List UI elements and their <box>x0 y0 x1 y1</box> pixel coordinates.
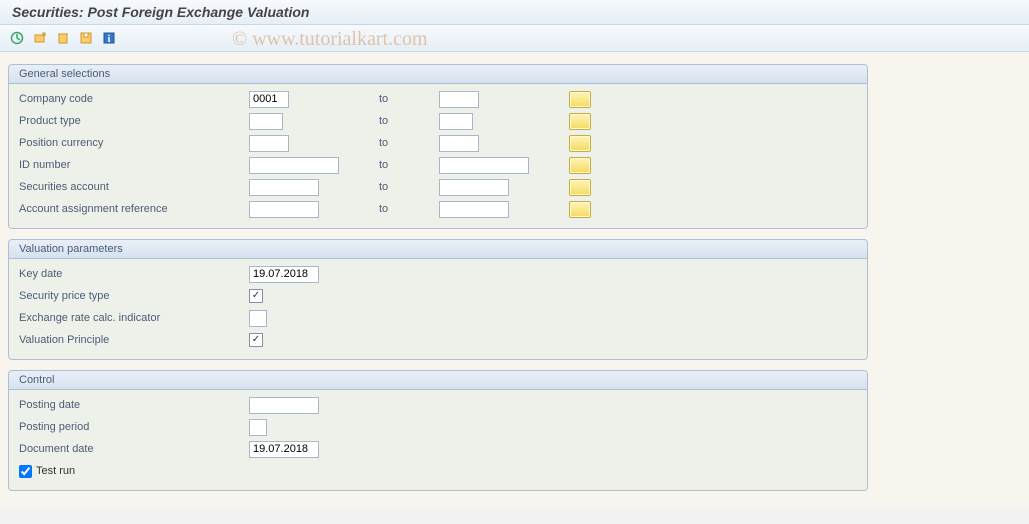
multiple-selection-button[interactable] <box>569 201 591 218</box>
to-input[interactable] <box>439 201 509 218</box>
to-input[interactable] <box>439 157 529 174</box>
to-label: to <box>359 181 439 193</box>
multiple-selection-button[interactable] <box>569 113 591 130</box>
multiple-selection-button[interactable] <box>569 91 591 108</box>
exchange-rate-label: Exchange rate calc. indicator <box>19 312 249 324</box>
svg-text:i: i <box>108 34 111 45</box>
group-valuation-parameters: Valuation parameters Key date Security p… <box>8 239 868 360</box>
get-variant-button[interactable] <box>31 29 49 47</box>
security-price-type-checkbox[interactable]: ✓ <box>249 289 263 303</box>
key-date-input[interactable] <box>249 266 319 283</box>
from-input[interactable] <box>249 179 319 196</box>
save-variant-button[interactable] <box>77 29 95 47</box>
execute-button[interactable] <box>8 29 26 47</box>
to-label: to <box>359 115 439 127</box>
from-input[interactable] <box>249 135 289 152</box>
security-price-type-label: Security price type <box>19 290 249 302</box>
field-label: Account assignment reference <box>19 203 249 215</box>
from-input[interactable] <box>249 113 283 130</box>
field-label: Company code <box>19 93 249 105</box>
general-row: Securities account to <box>19 176 857 198</box>
from-input[interactable] <box>249 157 339 174</box>
field-label: ID number <box>19 159 249 171</box>
posting-date-label: Posting date <box>19 399 249 411</box>
info-button[interactable]: i <box>100 29 118 47</box>
posting-period-input[interactable] <box>249 419 267 436</box>
group-title-control: Control <box>9 371 867 390</box>
document-date-input[interactable] <box>249 441 319 458</box>
content-area: General selections Company codetoProduct… <box>0 52 1029 509</box>
valuation-principle-label: Valuation Principle <box>19 334 249 346</box>
exchange-rate-input[interactable] <box>249 310 267 327</box>
toolbar: i <box>0 25 1029 52</box>
group-control: Control Posting date Posting period Docu… <box>8 370 868 491</box>
info-icon: i <box>102 31 116 45</box>
posting-date-input[interactable] <box>249 397 319 414</box>
to-label: to <box>359 159 439 171</box>
to-input[interactable] <box>439 179 509 196</box>
to-label: to <box>359 137 439 149</box>
multiple-selection-button[interactable] <box>569 135 591 152</box>
test-run-checkbox[interactable] <box>19 465 32 478</box>
test-run-label: Test run <box>36 465 75 477</box>
document-date-label: Document date <box>19 443 249 455</box>
general-row: Position currency to <box>19 132 857 154</box>
key-date-label: Key date <box>19 268 249 280</box>
posting-period-label: Posting period <box>19 421 249 433</box>
field-label: Securities account <box>19 181 249 193</box>
folder-out-icon <box>33 31 47 45</box>
group-title-valuation: Valuation parameters <box>9 240 867 259</box>
to-label: to <box>359 203 439 215</box>
save-icon <box>79 31 93 45</box>
general-row: Company code to <box>19 88 857 110</box>
to-label: to <box>359 93 439 105</box>
general-row: Product type to <box>19 110 857 132</box>
multiple-selection-button[interactable] <box>569 157 591 174</box>
delete-button[interactable] <box>54 29 72 47</box>
valuation-principle-checkbox[interactable]: ✓ <box>249 333 263 347</box>
to-input[interactable] <box>439 91 479 108</box>
field-label: Product type <box>19 115 249 127</box>
to-input[interactable] <box>439 113 473 130</box>
general-row: Account assignment reference to <box>19 198 857 220</box>
from-input[interactable] <box>249 201 319 218</box>
execute-icon <box>10 31 24 45</box>
page-title: Securities: Post Foreign Exchange Valuat… <box>0 0 1029 25</box>
trash-icon <box>56 31 70 45</box>
to-input[interactable] <box>439 135 479 152</box>
general-row: ID number to <box>19 154 857 176</box>
field-label: Position currency <box>19 137 249 149</box>
group-title-general: General selections <box>9 65 867 84</box>
multiple-selection-button[interactable] <box>569 179 591 196</box>
group-general-selections: General selections Company codetoProduct… <box>8 64 868 229</box>
from-input[interactable] <box>249 91 289 108</box>
